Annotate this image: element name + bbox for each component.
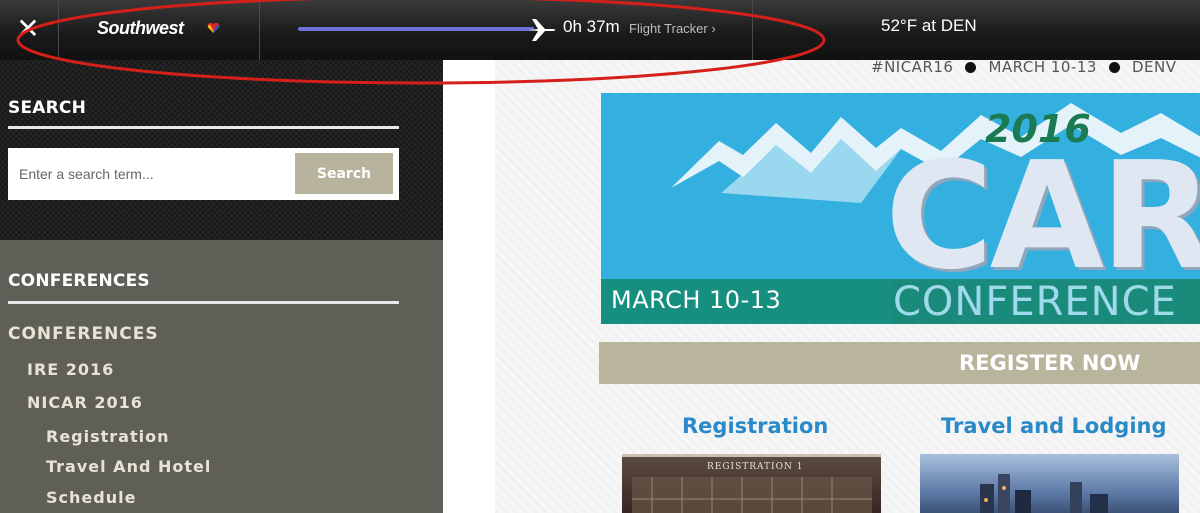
registration-photo[interactable]: REGISTRATION 1 [622,454,881,513]
banner-subtitle: CONFERENCE [893,279,1177,324]
airplane-icon [529,19,556,41]
nav-item-conferences[interactable]: CONFERENCES [8,324,159,344]
divider [752,0,753,60]
banner-dates: MARCH 10-13 [611,286,782,314]
bullet-icon [965,62,977,73]
search-form: Search [8,148,399,200]
brand-logo: Southwest [97,18,184,38]
registration-desk-graphic [632,477,872,513]
conference-tagline: #NICAR16 MARCH 10-13 DENV [871,60,1176,76]
flight-tracker-link[interactable]: Flight Tracker › [629,21,716,36]
weather-readout: 52°F at DEN [881,16,977,35]
city-skyline-graphic [980,474,1108,513]
divider [8,301,399,304]
hashtag: #NICAR16 [871,60,954,76]
flight-progress-bar [298,27,534,31]
register-now-label: REGISTER NOW [959,351,1141,375]
tagline-location: DENV [1131,60,1177,76]
divider [259,0,260,60]
banner-title: CAR [885,130,1200,302]
registration-link[interactable]: Registration [682,414,828,438]
page-gutter [443,60,495,513]
flight-tracker-label: Flight Tracker [629,21,708,36]
search-heading: SEARCH [8,98,87,118]
nav-item-ire-2016[interactable]: IRE 2016 [27,360,114,379]
nav-item-registration[interactable]: Registration [46,427,169,446]
nav-item-nicar-2016[interactable]: NICAR 2016 [27,393,143,412]
top-bar: ✕ Southwest 0h 37m Flight Tracker › 52°F… [0,0,1200,60]
divider [8,126,399,129]
nav-item-schedule[interactable]: Schedule [46,488,136,507]
nav-item-travel-and-hotel[interactable]: Travel And Hotel [46,457,211,476]
register-now-button[interactable]: REGISTER NOW [599,342,1200,384]
chevron-right-icon: › [707,21,716,36]
search-section: SEARCH Search [0,60,443,240]
divider [58,0,59,60]
conferences-heading: CONFERENCES [8,271,150,291]
heart-icon [207,22,220,33]
tagline-dates: MARCH 10-13 [988,60,1097,76]
search-button[interactable]: Search [295,153,393,194]
sidebar: SEARCH Search CONFERENCES CONFERENCES IR… [0,60,443,513]
bullet-icon [1108,62,1120,73]
travel-photo[interactable] [920,454,1179,513]
search-input[interactable] [8,148,293,200]
conference-banner[interactable]: 2016 CAR MARCH 10-13 CONFERENCE [601,93,1200,324]
close-icon[interactable]: ✕ [13,14,43,44]
flight-time-remaining: 0h 37m [563,17,620,36]
travel-and-lodging-link[interactable]: Travel and Lodging [941,414,1167,438]
main-content: #NICAR16 MARCH 10-13 DENV 2016 CAR MARCH 1… [495,60,1200,513]
